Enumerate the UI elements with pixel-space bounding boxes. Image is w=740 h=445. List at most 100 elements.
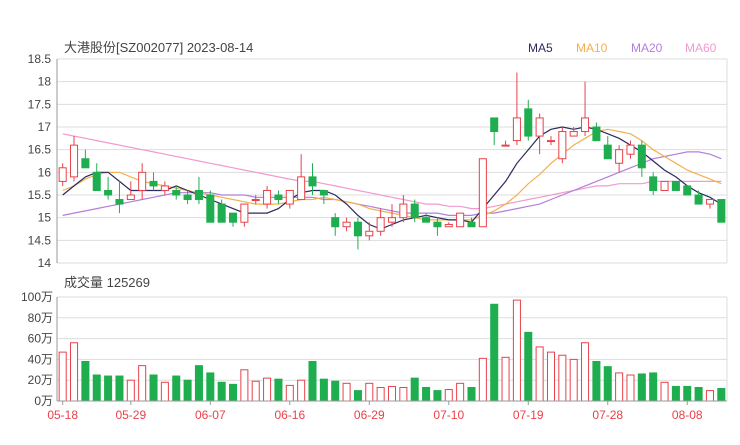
date-tick-label: 05-18: [47, 408, 78, 422]
volume-bar: [149, 374, 158, 402]
volume-bar: [228, 383, 238, 402]
volume-bar: [444, 389, 453, 402]
candle: [649, 172, 658, 195]
candle-body: [660, 180, 669, 191]
candle: [478, 158, 487, 228]
candle-body: [274, 194, 283, 201]
volume-bar: [285, 384, 294, 402]
price-tick-label: 14: [38, 256, 52, 270]
volume-bar: [115, 375, 124, 402]
volume-bar: [206, 372, 215, 402]
volume-bar: [546, 351, 556, 402]
candle-body: [478, 158, 487, 228]
stock-chart: 大港股份[SZ002077] 2023-08-14 MA5 MA10 MA20 …: [0, 0, 740, 440]
candle-body: [615, 149, 624, 164]
volume-bar: [183, 379, 192, 402]
volume-bar: [263, 377, 272, 402]
volume-bar: [387, 385, 397, 402]
candle: [524, 99, 533, 141]
candle-body: [671, 180, 680, 191]
candle-body: [206, 194, 215, 223]
candle-body: [342, 221, 351, 228]
candle: [717, 199, 726, 223]
chart-canvas: 大港股份[SZ002077] 2023-08-14 MA5 MA10 MA20 …: [21, 40, 728, 422]
candle-body: [160, 185, 169, 191]
candle: [592, 122, 601, 142]
candle-body: [70, 144, 79, 178]
candle: [490, 117, 499, 146]
price-tick-label: 15: [38, 211, 52, 225]
date-tick-label: 06-29: [354, 408, 385, 422]
legend-ma10: MA10: [576, 41, 608, 55]
candle: [558, 127, 567, 164]
candle-body: [240, 203, 249, 223]
date-tick-label: 08-08: [672, 408, 703, 422]
candlesticks: [58, 72, 726, 250]
candle-body: [387, 217, 397, 223]
volume-bar: [637, 373, 646, 402]
candle-body: [637, 144, 646, 169]
candle: [512, 72, 521, 146]
candle-body: [490, 117, 499, 133]
price-tick-label: 14.5: [28, 233, 52, 247]
candle-body: [308, 176, 317, 187]
volume-bar: [194, 365, 203, 402]
volume-bar: [671, 385, 680, 402]
candle: [70, 136, 79, 182]
candle-body: [512, 117, 521, 142]
volume-bar: [524, 331, 533, 402]
candle: [274, 190, 283, 205]
candle: [331, 213, 340, 236]
candle-body: [285, 189, 294, 205]
candle-body: [626, 144, 635, 155]
candle-body: [683, 185, 692, 196]
date-tick-label: 07-28: [592, 408, 623, 422]
volume-bar: [399, 386, 408, 402]
candle-body: [444, 223, 453, 228]
candle: [456, 212, 465, 228]
volume-bar: [433, 390, 442, 402]
candle: [228, 212, 238, 227]
legend-ma60: MA60: [685, 41, 717, 55]
candle: [376, 208, 385, 236]
volume-bar: [138, 365, 147, 402]
candle-body: [149, 180, 158, 187]
volume-bar: [705, 390, 714, 402]
volume-bar: [126, 379, 135, 402]
candle-body: [603, 144, 612, 160]
candle-body: [569, 131, 578, 137]
candle-body: [535, 117, 544, 137]
volume-title: 成交量 125269: [64, 275, 150, 290]
candle-body: [558, 131, 567, 160]
candle: [603, 136, 612, 160]
date-tick-label: 05-29: [115, 408, 146, 422]
candle: [422, 213, 431, 223]
candle: [581, 81, 590, 137]
volume-bar: [331, 380, 340, 402]
volume-bar: [422, 386, 431, 402]
candle-body: [172, 189, 181, 196]
volume-bar: [581, 342, 590, 402]
candle: [297, 154, 306, 201]
volume-bar: [58, 351, 67, 402]
price-tick-label: 16.5: [28, 143, 52, 157]
volume-bar: [251, 380, 260, 402]
price-tick-label: 17.5: [28, 97, 52, 111]
volume-tick-label: 20万: [28, 373, 53, 387]
volume-bar: [70, 342, 79, 402]
volume-bar: [104, 375, 113, 402]
volume-bar: [342, 382, 351, 402]
candle-body: [92, 171, 101, 191]
candle: [285, 189, 294, 209]
candle-body: [104, 189, 113, 196]
volume-tick-label: 80万: [28, 311, 53, 325]
volume-bar: [569, 358, 578, 402]
candle-body: [546, 140, 556, 143]
candle: [149, 172, 158, 191]
candle-body: [319, 189, 328, 196]
volume-bar: [649, 372, 658, 402]
candle: [138, 163, 147, 200]
candle-body: [331, 217, 340, 228]
candle-body: [81, 158, 90, 169]
volume-bar: [456, 382, 465, 402]
